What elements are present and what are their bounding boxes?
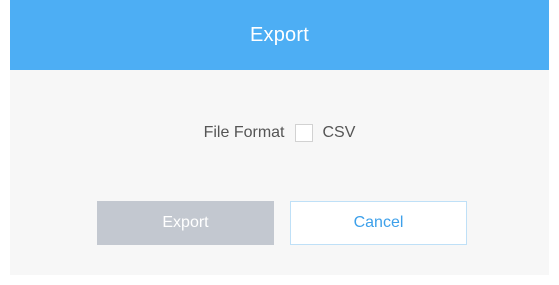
cancel-button[interactable]: Cancel [290, 201, 467, 245]
csv-checkbox[interactable] [294, 124, 313, 142]
dialog-header: Export [10, 0, 549, 70]
export-button[interactable]: Export [97, 201, 274, 245]
csv-option-label[interactable]: CSV [323, 124, 356, 142]
export-screen: Export File Format CSV Export Cancel [0, 0, 559, 285]
dialog-actions: Export Cancel [97, 201, 467, 245]
export-dialog: Export File Format CSV Export Cancel [10, 0, 549, 275]
dialog-title: Export [249, 23, 309, 46]
file-format-label: File Format [203, 124, 285, 141]
file-format-row: File Format CSV [10, 124, 549, 142]
